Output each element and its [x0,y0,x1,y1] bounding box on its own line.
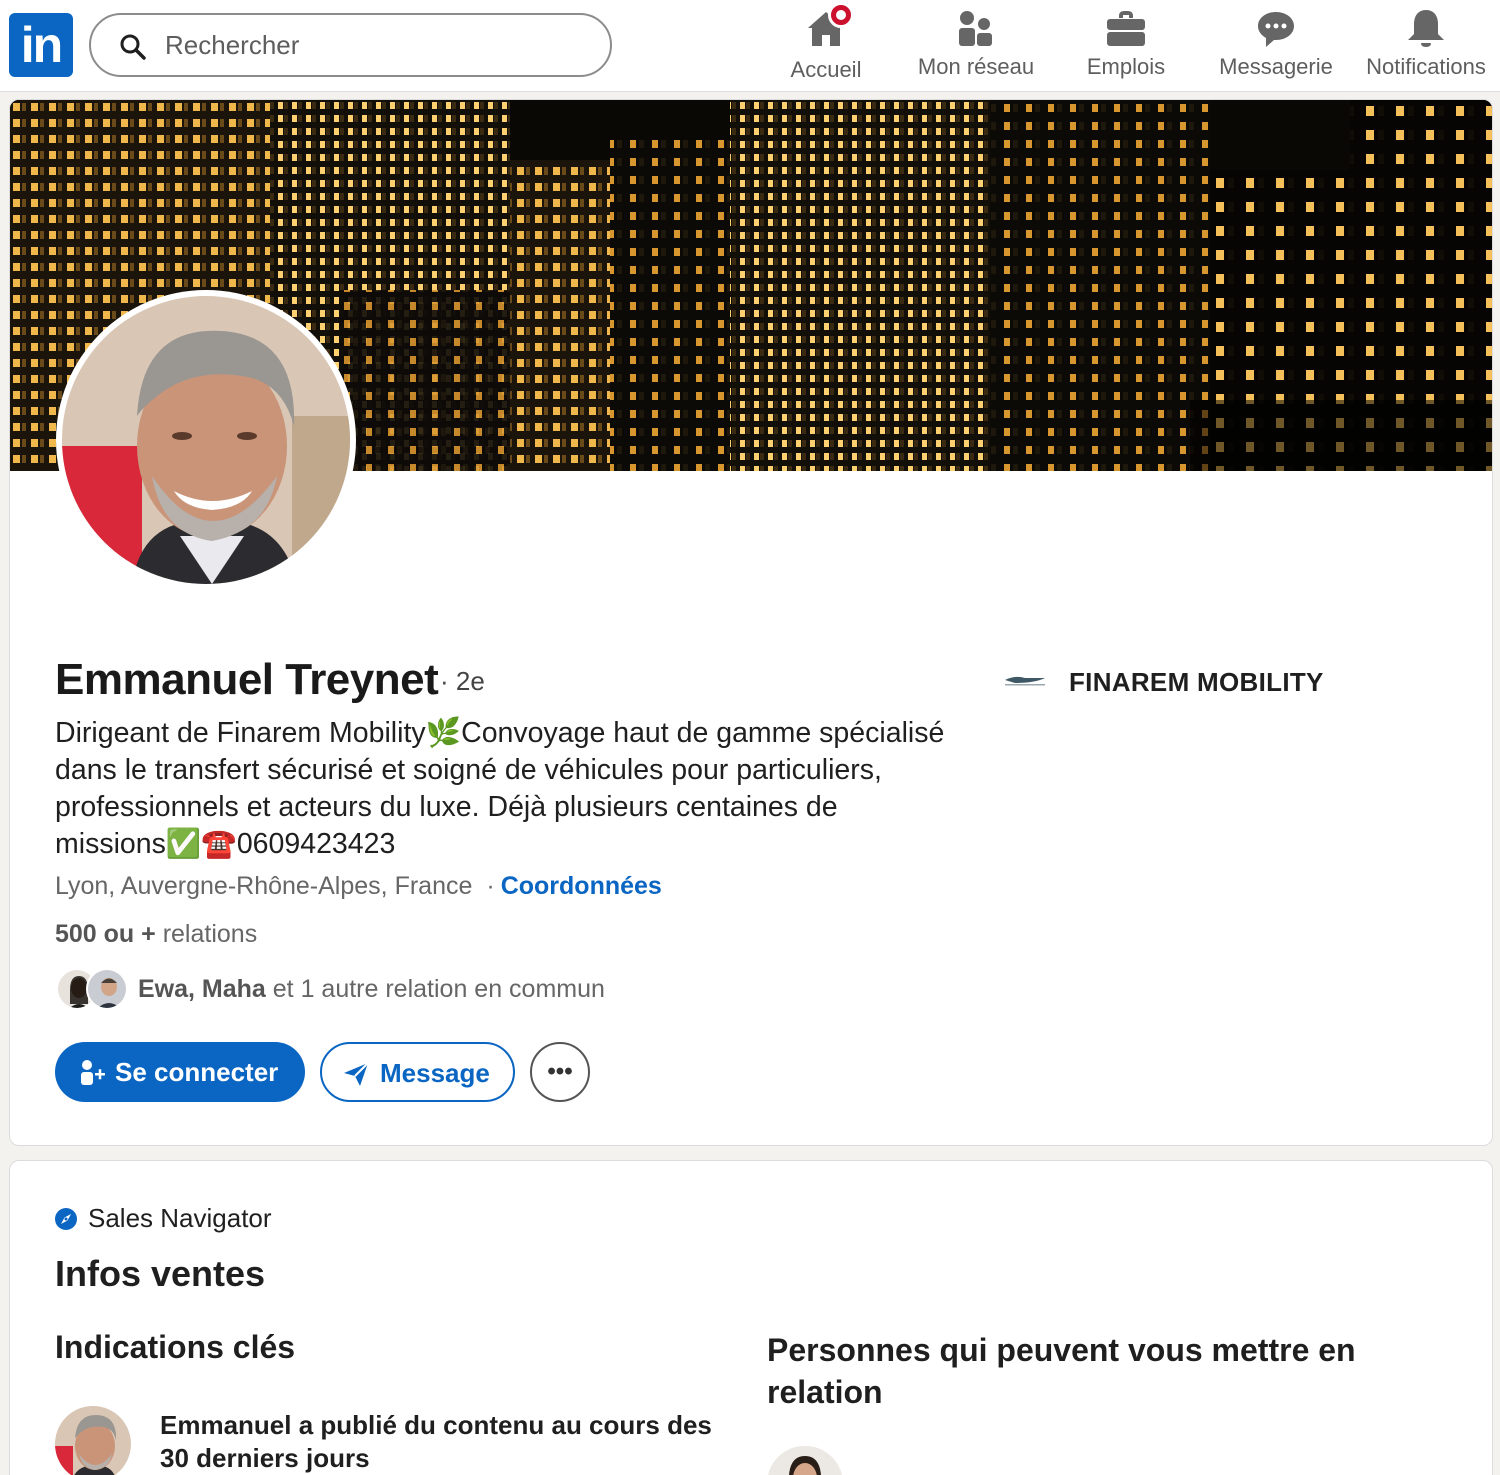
profile-location: Lyon, Auvergne-Rhône-Alpes, France [55,872,473,900]
profile-location-row: Lyon, Auvergne-Rhône-Alpes, France · Coord… [55,872,662,901]
nav-label-home: Accueil [790,57,862,82]
mutual-connection-avatar[interactable] [86,968,128,1010]
contact-info-link[interactable]: Coordonnées [501,872,662,900]
message-button-label: Message [380,1058,490,1088]
relations-count: 500 ou + [55,920,156,948]
avatar[interactable] [55,1406,131,1475]
briefcase-icon [1107,11,1145,46]
nav-item-home[interactable]: Accueil [776,0,876,92]
section-title: Infos ventes [55,1253,266,1294]
nav-label-network: Mon réseau [917,54,1035,79]
company-logo[interactable] [995,666,1055,696]
nav-item-network[interactable]: Mon réseau [905,0,1047,92]
connect-button[interactable]: Se connecter [55,1042,305,1102]
more-icon: ••• [547,1058,573,1085]
connect-button-label: Se connecter [115,1057,279,1087]
relations-count-row[interactable]: 500 ou + relations [55,920,257,949]
more-actions-button[interactable]: ••• [530,1042,590,1102]
network-icon [959,11,992,46]
sales-insights-card: Sales Navigator Infos ventes Indications… [9,1160,1493,1475]
search-input[interactable] [165,25,585,65]
nav-item-messaging[interactable]: Messagerie [1208,0,1344,92]
add-person-icon [81,1060,105,1085]
profile-name: Emmanuel Treynet [55,655,439,704]
introducers-title: Personnes qui peuvent vous mettre en rel… [767,1332,1356,1410]
key-insights-title: Indications clés [55,1329,296,1365]
company-logo-image [995,666,1055,696]
mutual-names: Ewa, Maha [138,975,266,1003]
insight-text: Emmanuel a publié du contenu au cours de… [160,1410,712,1473]
connection-degree: · 2e [440,666,485,696]
sales-navigator-label[interactable]: Sales Navigator [88,1203,272,1234]
profile-photo[interactable] [56,290,356,590]
notification-badge [828,2,854,28]
search-bar[interactable] [89,13,612,77]
mutual-connections-text[interactable]: Ewa, Maha et 1 autre relation en commun [138,975,605,1004]
avatar[interactable] [767,1446,843,1475]
top-navbar: in Accueil Mon réseau Emplois [0,0,1500,92]
messaging-icon [1258,12,1294,47]
compass-icon [55,1208,77,1230]
profile-photo-image [62,296,350,584]
linkedin-logo[interactable]: in [9,13,73,77]
separator-dot: · [486,872,495,900]
current-company[interactable]: FINAREM MOBILITY [1069,667,1324,698]
relations-label: relations [162,920,258,948]
profile-card: Emmanuel Treynet · 2e Dirigeant de Finar… [9,99,1493,1146]
search-icon [120,34,146,60]
bell-icon [1408,10,1444,47]
profile-headline: Dirigeant de Finarem Mobility🌿Convoyage … [55,717,945,860]
send-icon [344,1062,369,1086]
nav-label-messaging: Messagerie [1219,54,1333,79]
nav-label-notifications: Notifications [1366,54,1486,79]
nav-item-jobs[interactable]: Emplois [1074,0,1178,92]
nav-item-notifications[interactable]: Notifications [1356,0,1496,92]
message-button[interactable]: Message [320,1042,515,1102]
mutual-rest: et 1 autre relation en commun [272,975,605,1003]
nav-label-jobs: Emplois [1086,54,1166,79]
